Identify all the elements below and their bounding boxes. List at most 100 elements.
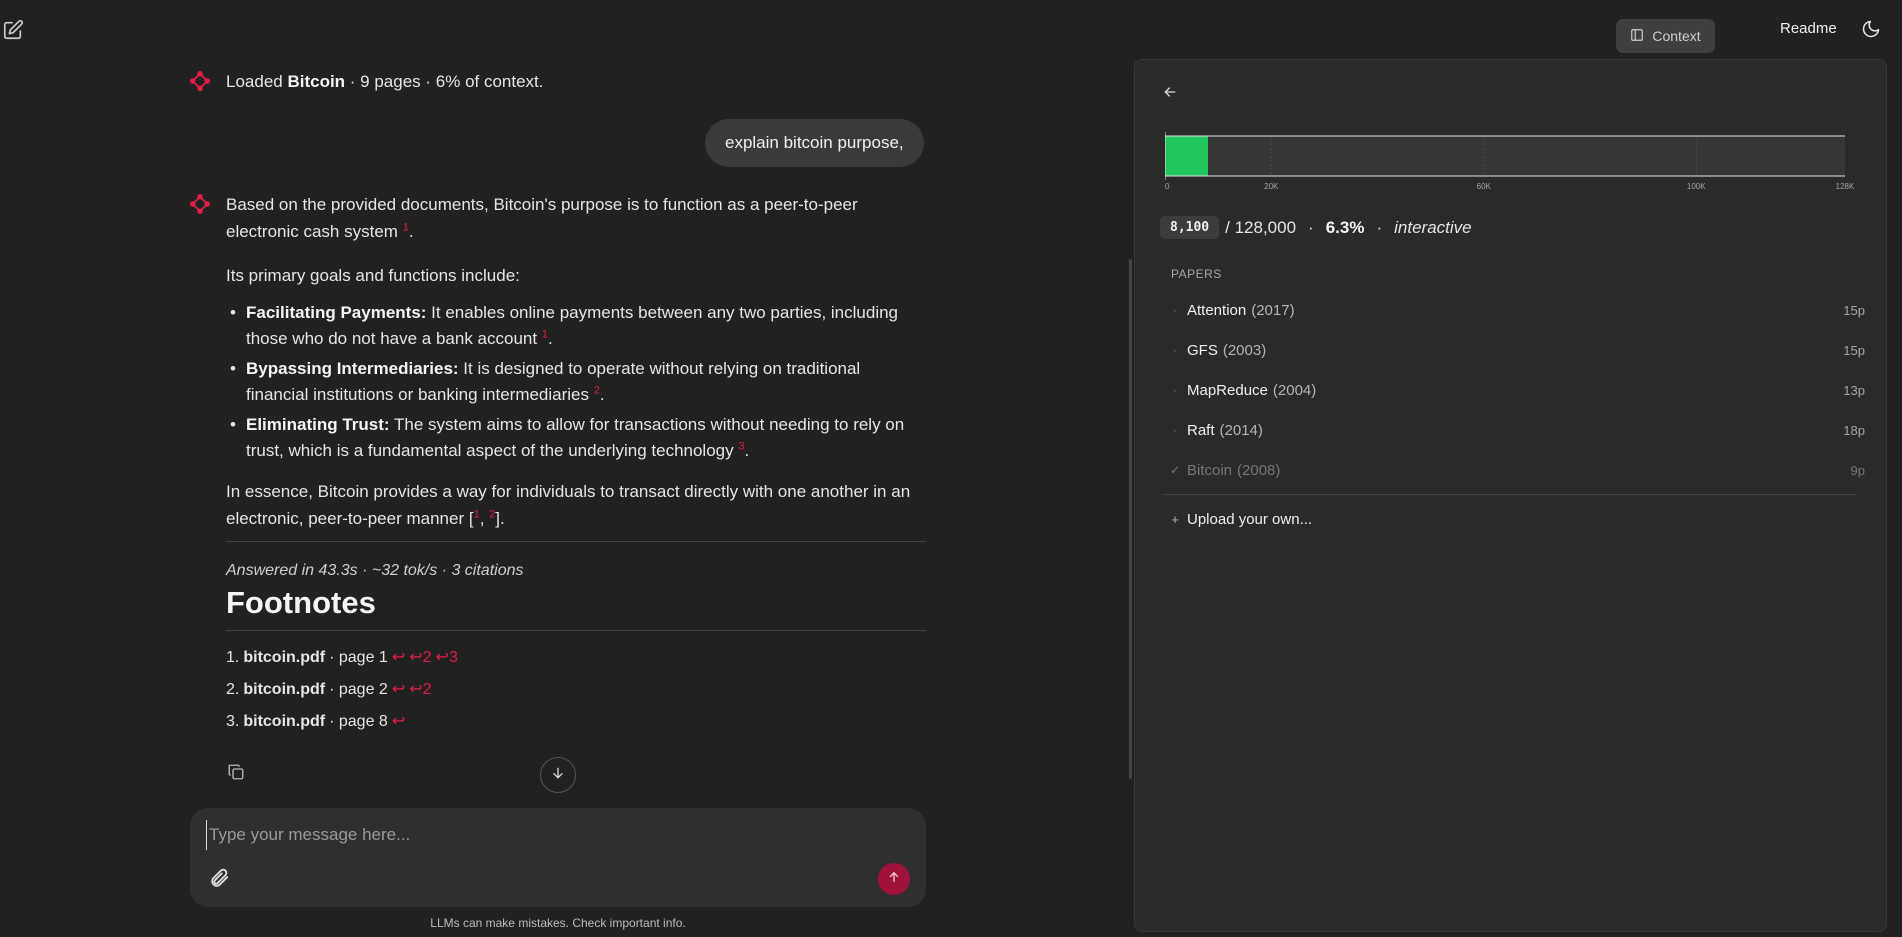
footnote-file: bitcoin.pdf [243, 713, 326, 730]
list-item: Facilitating Payments: It enables online… [226, 300, 926, 352]
arrow-left-icon[interactable] [1162, 84, 1180, 102]
footnote-number: 3. [226, 713, 240, 730]
paper-year: (2003) [1222, 341, 1267, 359]
footnote-page: · page 8 [329, 713, 388, 730]
paper-pages: 9p [1850, 462, 1865, 478]
answer-intro: Based on the provided documents, Bitcoin… [226, 195, 858, 241]
footnote-file: bitcoin.pdf [243, 649, 326, 666]
paper-name: GFS [1187, 341, 1218, 359]
context-usage-chart: 0 20K 60K 100K 128K [1165, 132, 1855, 191]
chart-track [1165, 136, 1845, 176]
divider [1163, 494, 1857, 495]
moon-icon[interactable] [1861, 19, 1881, 39]
disclaimer-text: LLMs can make mistakes. Check important … [430, 916, 686, 930]
footnote-backref[interactable]: ↩2 [409, 679, 431, 699]
new-chat-icon[interactable] [2, 19, 24, 41]
readme-link[interactable]: Readme [1780, 20, 1837, 37]
footnote-page: · page 2 [329, 681, 388, 698]
chart-tick-label: 20K [1264, 182, 1279, 191]
sidebar-panel-icon [1630, 28, 1644, 45]
context-percent: 6.3% [1325, 217, 1365, 237]
paper-name: MapReduce [1187, 381, 1268, 399]
paper-year: (2004) [1272, 381, 1317, 399]
paperclip-icon[interactable] [208, 867, 230, 889]
assistant-message: Based on the provided documents, Bitcoin… [226, 191, 926, 532]
dot-icon: · [1173, 303, 1177, 317]
context-panel: 0 20K 60K 100K 128K 8,100 / 128,000 · 6.3% ·… [1134, 59, 1887, 932]
footnote-backref[interactable]: ↩2 [409, 647, 431, 667]
paper-pages: 15p [1843, 302, 1865, 318]
token-total: / 128,000 [1225, 217, 1297, 237]
footnote-number: 1. [226, 649, 240, 666]
context-used-bar [1165, 136, 1209, 176]
list-item: Eliminating Trust: The system aims to al… [226, 412, 926, 464]
paper-pages: 15p [1843, 342, 1865, 358]
goals-list: Facilitating Payments: It enables online… [226, 300, 926, 464]
paper-name: Raft [1187, 421, 1215, 439]
context-stats: 8,100 / 128,000 · 6.3% · interactive [1160, 216, 1472, 239]
token-count-badge: 8,100 [1160, 216, 1220, 239]
upload-label: Upload your own... [1187, 510, 1313, 528]
footnotes-list: 1. bitcoin.pdf · page 1 ↩ ↩2 ↩3 2. bitco… [226, 647, 926, 743]
copy-icon[interactable] [227, 763, 247, 783]
footnotes-heading: Footnotes [226, 585, 376, 620]
message-input[interactable] [206, 820, 906, 850]
context-button-label: Context [1652, 28, 1701, 44]
chart-tick-label: 128K [1836, 182, 1855, 191]
plus-icon: + [1171, 511, 1179, 527]
goals-heading: Its primary goals and functions include: [226, 266, 520, 285]
paper-item-gfs[interactable]: · GFS (2003) 15p [1163, 330, 1873, 370]
paper-year: (2017) [1251, 301, 1295, 319]
list-item: Bypassing Intermediaries: It is designed… [226, 356, 926, 408]
footnote-item: 1. bitcoin.pdf · page 1 ↩ ↩2 ↩3 [226, 647, 926, 679]
paper-item-raft[interactable]: · Raft (2014) 18p [1163, 410, 1873, 450]
context-toggle-button[interactable]: Context [1616, 19, 1715, 53]
paper-year: (2014) [1219, 421, 1263, 439]
assistant-logo-icon [189, 70, 211, 92]
chart-tick-label: 100K [1687, 182, 1706, 191]
dot-icon: · [1173, 343, 1177, 357]
paper-item-bitcoin[interactable]: ✓ Bitcoin (2008) 9p [1163, 450, 1873, 490]
status-message: Loaded Bitcoin · 9 pages · 6% of context… [226, 72, 544, 91]
footnote-item: 2. bitcoin.pdf · page 2 ↩ ↩2 [226, 679, 926, 711]
scroll-down-button[interactable] [540, 757, 576, 793]
check-icon: ✓ [1169, 463, 1181, 477]
arrow-down-icon [550, 765, 566, 786]
context-mode: interactive [1394, 217, 1472, 237]
footnote-item: 3. bitcoin.pdf · page 8 ↩ [226, 711, 926, 743]
assistant-logo-icon [189, 193, 211, 215]
arrow-up-icon [887, 870, 901, 889]
answer-essence: In essence, Bitcoin provides a way for i… [226, 482, 911, 528]
panel-resize-handle[interactable] [1129, 259, 1132, 779]
papers-section-label: PAPERS [1171, 267, 1222, 281]
paper-name: Bitcoin [1187, 461, 1233, 479]
upload-paper-button[interactable]: + Upload your own... [1163, 500, 1312, 538]
footnote-backref[interactable]: ↩ [392, 679, 405, 699]
user-message-text: explain bitcoin purpose, [725, 133, 904, 152]
send-button[interactable] [878, 863, 910, 895]
paper-pages: 18p [1843, 422, 1865, 438]
footnote-backref[interactable]: ↩ [392, 711, 405, 731]
paper-item-mapreduce[interactable]: · MapReduce (2004) 13p [1163, 370, 1873, 410]
footnote-backref[interactable]: ↩3 [436, 647, 458, 667]
divider [226, 630, 926, 631]
footnote-file: bitcoin.pdf [243, 681, 326, 698]
chart-tick-label: 0 [1165, 182, 1170, 191]
divider [226, 541, 926, 542]
answer-meta: Answered in 43.3s · ~32 tok/s · 3 citati… [226, 562, 524, 579]
message-composer [190, 808, 926, 907]
footnote-number: 2. [226, 681, 240, 698]
footnote-backref[interactable]: ↩ [392, 647, 405, 667]
citation-link[interactable]: 3 [738, 440, 744, 452]
dot-icon: · [1173, 423, 1177, 437]
paper-year: (2008) [1237, 461, 1281, 479]
citation-link[interactable]: 2 [594, 384, 600, 396]
footnote-page: · page 1 [329, 649, 388, 666]
paper-item-attention[interactable]: · Attention (2017) 15p [1163, 290, 1873, 330]
paper-name: Attention [1187, 301, 1247, 319]
chart-tick-label: 60K [1477, 182, 1492, 191]
dot-icon: · [1173, 383, 1177, 397]
paper-pages: 13p [1843, 382, 1865, 398]
citation-link[interactable]: 1 [542, 328, 548, 340]
user-message-bubble: explain bitcoin purpose, [705, 119, 924, 167]
